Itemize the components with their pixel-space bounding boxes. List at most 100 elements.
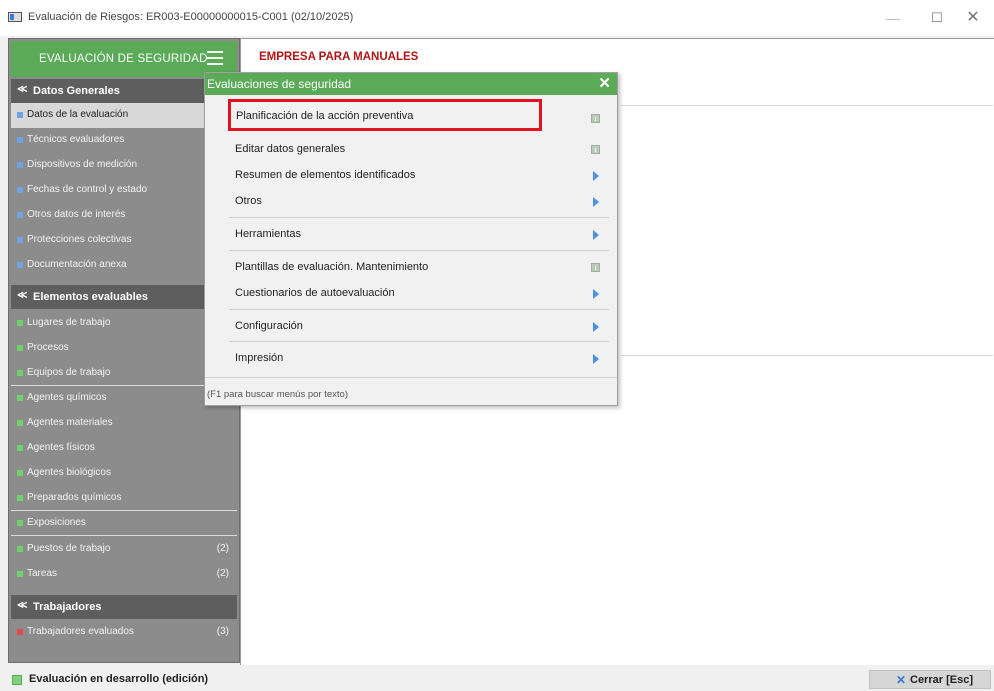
sidebar-item-preparados[interactable]: Preparados químicos <box>11 486 237 511</box>
maximize-button[interactable]: ☐ <box>922 8 952 28</box>
close-button[interactable]: ✕ Cerrar [Esc] <box>869 670 991 689</box>
menu-item-label: Herramientas <box>235 228 302 240</box>
hamburger-menu-icon[interactable] <box>207 51 223 65</box>
app-icon <box>8 12 22 22</box>
sidebar-item-label: Documentación anexa <box>27 259 127 270</box>
sidebar-item-label: Tareas <box>27 568 58 579</box>
section-header-trabajadores[interactable]: ≪ Trabajadores <box>11 595 237 619</box>
item-count: (2) <box>216 568 229 579</box>
bullet-icon <box>17 520 23 526</box>
bullet-icon <box>17 420 23 426</box>
menu-divider <box>205 377 617 378</box>
bullet-icon <box>17 162 23 168</box>
sidebar-item-exposiciones[interactable]: Exposiciones <box>11 511 237 536</box>
menu-header: Evaluaciones de seguridad ✕ <box>205 73 617 95</box>
bullet-icon <box>17 445 23 451</box>
menu-divider <box>229 217 609 218</box>
close-icon: ✕ <box>896 673 907 687</box>
bullet-icon <box>17 495 23 501</box>
bullet-icon <box>17 370 23 376</box>
sidebar-item-label: Agentes biológicos <box>27 467 111 478</box>
status-bar: Evaluación en desarrollo (edición) ✕ Cer… <box>0 666 994 691</box>
sidebar-item-label: Preparados químicos <box>27 492 122 503</box>
menu-divider <box>229 250 609 251</box>
section-title: Datos Generales <box>33 85 120 97</box>
menu-item-planificacion-icon-row <box>205 105 617 131</box>
bullet-icon <box>17 187 23 193</box>
sidebar-item-trabajadores-evaluados[interactable]: Trabajadores evaluados (3) <box>11 620 237 645</box>
sidebar-item-label: Procesos <box>27 342 69 353</box>
sidebar-item-label: Agentes materiales <box>27 417 113 428</box>
company-name: EMPRESA PARA MANUALES <box>259 51 419 63</box>
sidebar-item-label: Trabajadores evaluados <box>27 626 134 637</box>
menu-item-label: Otros <box>235 195 262 207</box>
sidebar-item-label: Protecciones colectivas <box>27 234 132 245</box>
sidebar-item-label: Lugares de trabajo <box>27 317 111 328</box>
sidebar-item-agentes-fisicos[interactable]: Agentes físicos <box>11 436 237 461</box>
menu-item-resumen[interactable]: Resumen de elementos identificados <box>205 162 617 188</box>
sidebar-item-agentes-materiales[interactable]: Agentes materiales <box>11 411 237 436</box>
bullet-icon <box>17 237 23 243</box>
document-icon <box>591 114 600 123</box>
bullet-icon <box>17 470 23 476</box>
bullet-icon <box>17 112 23 118</box>
menu-item-label: Plantillas de evaluación. Mantenimiento <box>235 261 429 273</box>
status-text: Evaluación en desarrollo (edición) <box>29 673 209 685</box>
divider <box>621 105 993 106</box>
bullet-icon <box>17 571 23 577</box>
sidebar-item-label: Agentes químicos <box>27 392 107 403</box>
bullet-icon <box>17 345 23 351</box>
title-bar: Evaluación de Riesgos: ER003-E0000000001… <box>0 0 994 36</box>
close-button-label: Cerrar [Esc] <box>910 674 973 686</box>
menu-item-configuracion[interactable]: Configuración <box>205 313 617 339</box>
menu-item-herramientas[interactable]: Herramientas <box>205 221 617 247</box>
submenu-arrow-icon <box>593 322 599 332</box>
menu-divider <box>229 309 609 310</box>
menu-item-editar[interactable]: Editar datos generales <box>205 136 617 162</box>
sidebar-item-label: Equipos de trabajo <box>27 367 111 378</box>
item-count: (3) <box>216 626 229 637</box>
item-count: (2) <box>216 543 229 554</box>
menu-item-label: Editar datos generales <box>235 143 346 155</box>
status-indicator-icon <box>12 675 22 685</box>
sidebar-item-label: Datos de la evaluación <box>27 109 129 120</box>
sidebar-item-tareas[interactable]: Tareas (2) <box>11 562 237 587</box>
menu-item-plantillas[interactable]: Plantillas de evaluación. Mantenimiento <box>205 254 617 280</box>
close-icon[interactable]: ✕ <box>598 74 611 92</box>
menu-item-label: Cuestionarios de autoevaluación <box>235 287 395 299</box>
menu-item-impresion[interactable]: Impresión <box>205 345 617 371</box>
collapse-icon: ≪ <box>17 84 28 95</box>
sidebar-item-label: Agentes físicos <box>27 442 95 453</box>
bullet-icon <box>17 546 23 552</box>
close-window-button[interactable]: ✕ <box>958 8 988 28</box>
menu-item-otros[interactable]: Otros <box>205 188 617 214</box>
menu-item-label: Impresión <box>235 352 284 364</box>
bullet-icon <box>17 320 23 326</box>
bullet-icon <box>17 395 23 401</box>
submenu-arrow-icon <box>593 289 599 299</box>
security-evaluations-menu: Evaluaciones de seguridad ✕ Planificació… <box>204 72 618 406</box>
sidebar-item-puestos[interactable]: Puestos de trabajo (2) <box>11 537 237 562</box>
bullet-icon <box>17 262 23 268</box>
submenu-arrow-icon <box>593 230 599 240</box>
bullet-icon <box>17 137 23 143</box>
menu-title: Evaluaciones de seguridad <box>207 77 352 91</box>
document-icon <box>591 145 600 154</box>
document-icon <box>591 263 600 272</box>
menu-item-cuestionarios[interactable]: Cuestionarios de autoevaluación <box>205 280 617 306</box>
menu-item-label: Resumen de elementos identificados <box>235 169 416 181</box>
minimize-button[interactable]: — <box>878 8 908 28</box>
divider <box>11 535 237 536</box>
submenu-arrow-icon <box>593 171 599 181</box>
section-title: Trabajadores <box>33 601 102 613</box>
divider <box>621 355 993 356</box>
sidebar-item-label: Dispositivos de medición <box>27 159 138 170</box>
bullet-icon <box>17 629 23 635</box>
collapse-icon: ≪ <box>17 600 28 611</box>
section-title: Elementos evaluables <box>33 291 148 303</box>
bullet-icon <box>17 212 23 218</box>
sidebar-item-agentes-biologicos[interactable]: Agentes biológicos <box>11 461 237 486</box>
sidebar-item-label: Técnicos evaluadores <box>27 134 125 145</box>
collapse-icon: ≪ <box>17 290 28 301</box>
submenu-arrow-icon <box>593 197 599 207</box>
